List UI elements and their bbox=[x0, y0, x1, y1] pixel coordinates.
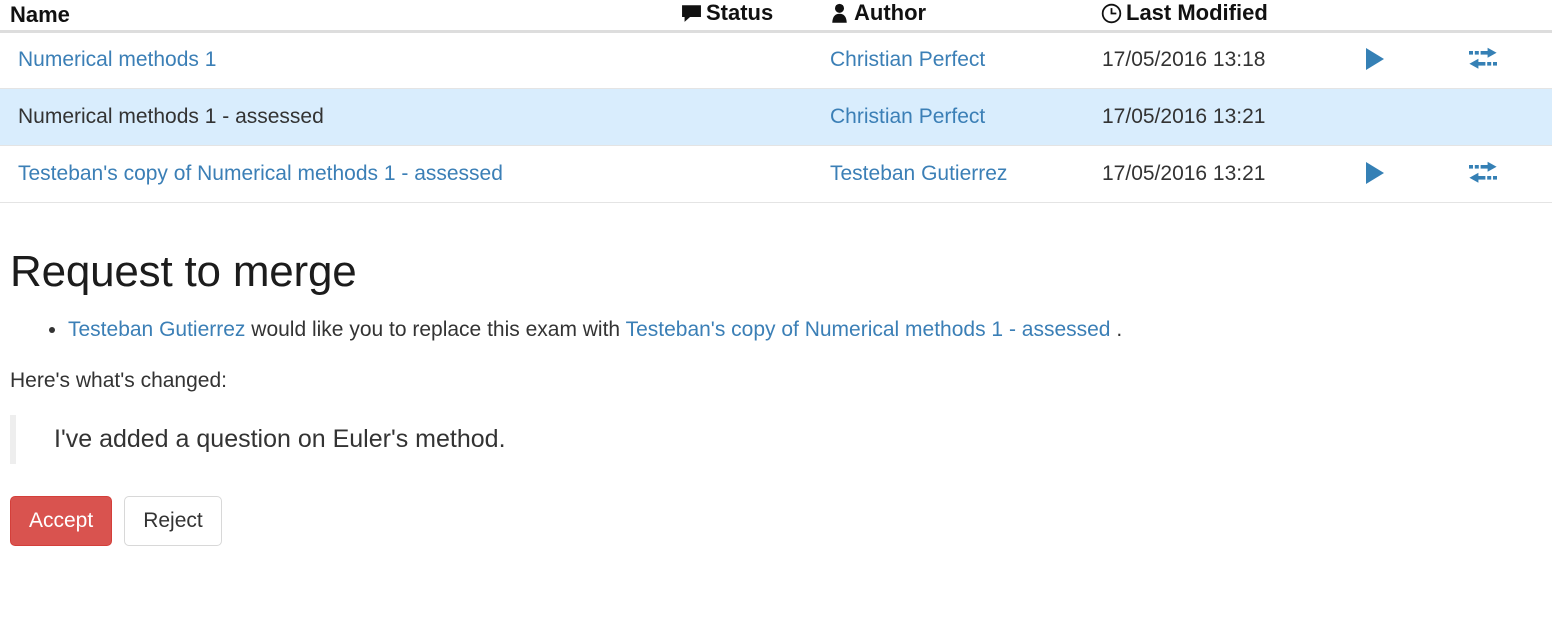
exam-table: Name Status Author Last Modified Numeric… bbox=[0, 0, 1552, 203]
comment-icon bbox=[680, 2, 702, 24]
transfer-icon[interactable] bbox=[1466, 156, 1500, 190]
cell-last-modified: 17/05/2016 13:21 bbox=[1100, 88, 1342, 146]
cell-run-action bbox=[1342, 88, 1418, 146]
cell-transfer-action bbox=[1418, 145, 1552, 203]
cell-status bbox=[680, 31, 828, 89]
request-text-end: . bbox=[1110, 317, 1123, 341]
column-header-run bbox=[1342, 0, 1418, 33]
cell-run-action bbox=[1342, 31, 1418, 89]
cell-name: Numerical methods 1 bbox=[0, 31, 680, 89]
column-header-last-modified[interactable]: Last Modified bbox=[1100, 0, 1342, 33]
changes-blockquote: I've added a question on Euler's method. bbox=[10, 414, 1542, 464]
cell-last-modified: 17/05/2016 13:18 bbox=[1100, 31, 1342, 89]
play-icon[interactable] bbox=[1358, 42, 1392, 76]
author-link[interactable]: Christian Perfect bbox=[830, 48, 985, 71]
user-icon bbox=[828, 2, 850, 24]
request-target-exam-link[interactable]: Testeban's copy of Numerical methods 1 -… bbox=[626, 318, 1111, 341]
column-header-author-label: Author bbox=[854, 0, 927, 25]
merge-request-section: Request to merge Testeban Gutierrez woul… bbox=[0, 247, 1552, 546]
exam-name-link[interactable]: Testeban's copy of Numerical methods 1 -… bbox=[18, 162, 503, 185]
request-author-link[interactable]: Testeban Gutierrez bbox=[68, 318, 245, 341]
merge-actions: Accept Reject bbox=[10, 495, 1542, 546]
transfer-icon[interactable] bbox=[1466, 42, 1500, 76]
cell-run-action bbox=[1342, 145, 1418, 203]
table-row: Numerical methods 1 - assessed Christian… bbox=[0, 88, 1552, 146]
table-row: Numerical methods 1 Christian Perfect 17… bbox=[0, 31, 1552, 89]
changes-label: Here's what's changed: bbox=[10, 368, 227, 392]
table-header: Name Status Author Last Modified bbox=[0, 0, 1552, 33]
request-text-middle: would like you to replace this exam with bbox=[245, 317, 626, 341]
table-row: Testeban's copy of Numerical methods 1 -… bbox=[0, 145, 1552, 203]
play-icon[interactable] bbox=[1358, 156, 1392, 190]
author-link[interactable]: Christian Perfect bbox=[830, 105, 985, 128]
column-header-name[interactable]: Name bbox=[0, 0, 680, 33]
cell-status bbox=[680, 88, 828, 146]
cell-author: Christian Perfect bbox=[828, 88, 1100, 146]
cell-transfer-action bbox=[1418, 31, 1552, 89]
page-title: Request to merge bbox=[10, 246, 357, 296]
cell-name: Numerical methods 1 - assessed bbox=[0, 88, 680, 146]
cell-last-modified: 17/05/2016 13:21 bbox=[1100, 145, 1342, 203]
cell-status bbox=[680, 145, 828, 203]
cell-transfer-action bbox=[1418, 88, 1552, 146]
author-link[interactable]: Testeban Gutierrez bbox=[830, 162, 1007, 185]
cell-author: Christian Perfect bbox=[828, 31, 1100, 89]
column-header-last-modified-label: Last Modified bbox=[1126, 0, 1268, 25]
reject-button[interactable]: Reject bbox=[124, 495, 222, 546]
merge-request-list: Testeban Gutierrez would like you to rep… bbox=[10, 315, 1542, 345]
list-item: Testeban Gutierrez would like you to rep… bbox=[68, 315, 1542, 345]
cell-name: Testeban's copy of Numerical methods 1 -… bbox=[0, 145, 680, 203]
clock-icon bbox=[1100, 2, 1122, 24]
accept-button[interactable]: Accept bbox=[10, 495, 113, 546]
column-header-status-label: Status bbox=[706, 0, 774, 25]
table-body: Numerical methods 1 Christian Perfect 17… bbox=[0, 31, 1552, 203]
exam-name-text: Numerical methods 1 - assessed bbox=[18, 104, 324, 128]
column-header-author[interactable]: Author bbox=[828, 0, 1100, 33]
table-header-row: Name Status Author Last Modified bbox=[0, 0, 1552, 33]
column-header-status[interactable]: Status bbox=[680, 0, 828, 33]
column-header-transfer bbox=[1418, 0, 1552, 33]
exam-name-link[interactable]: Numerical methods 1 bbox=[18, 48, 216, 71]
changes-text: I've added a question on Euler's method. bbox=[54, 424, 506, 453]
cell-author: Testeban Gutierrez bbox=[828, 145, 1100, 203]
column-header-name-label: Name bbox=[10, 1, 70, 27]
